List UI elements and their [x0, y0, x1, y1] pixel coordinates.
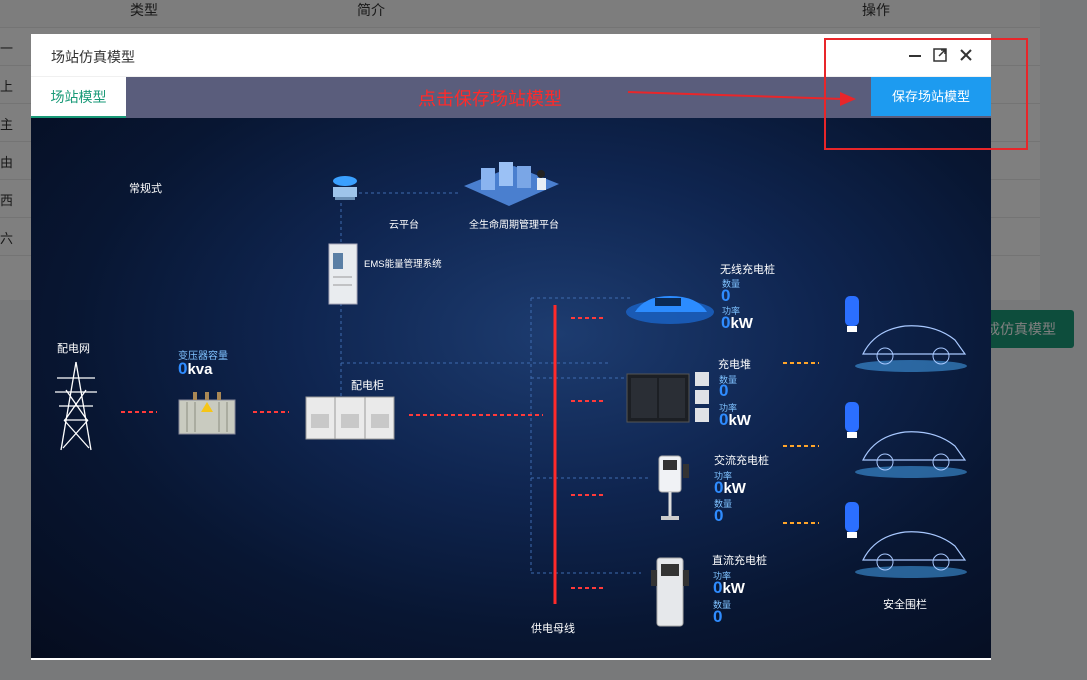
ev-car-icon[interactable]	[843, 500, 973, 585]
ac-qty-value: 0	[714, 506, 724, 525]
ev-car-icon[interactable]	[843, 400, 973, 485]
cloud-platform-label: 云平台	[389, 220, 419, 231]
dc-power-value: 0kW	[713, 578, 745, 597]
wireless-power-value: 0kW	[721, 313, 753, 332]
ac-power-value: 0kW	[714, 478, 746, 497]
wireless-charger-car-icon[interactable]	[625, 290, 715, 331]
ems-label: EMS能量管理系统	[364, 259, 442, 270]
wireless-qty-value: 0	[721, 286, 731, 305]
transformer-icon[interactable]	[171, 388, 241, 443]
ac-charger-label: 交流充电桩	[714, 455, 769, 467]
transformer-capacity-value: 0kva	[178, 359, 213, 378]
tab-station-model[interactable]: 场站模型	[31, 77, 126, 118]
power-tower-icon[interactable]	[51, 360, 101, 457]
simulation-canvas: 常规式 云平台 全生命周期管理平台 EMS能量管理系统 配电网 变压器容量 0k…	[31, 118, 991, 658]
dc-charger-icon[interactable]	[647, 556, 691, 633]
ems-cabinet-icon[interactable]	[328, 243, 358, 310]
distribution-cabinet-label: 配电柜	[351, 380, 384, 392]
ac-charger-icon[interactable]	[655, 454, 691, 529]
stack-qty-value: 0	[719, 381, 729, 400]
busbar-label: 供电母线	[531, 623, 575, 635]
distribution-cabinet-icon[interactable]	[305, 396, 395, 445]
mode-label: 常规式	[129, 183, 162, 195]
cloud-platform-icon[interactable]	[327, 173, 363, 206]
lifecycle-platform-label: 全生命周期管理平台	[469, 220, 559, 231]
wireless-charger-label: 无线充电桩	[720, 264, 775, 276]
dc-charger-label: 直流充电桩	[712, 555, 767, 567]
grid-label: 配电网	[57, 343, 90, 355]
dialog-title: 场站仿真模型	[51, 49, 135, 65]
stack-power-value: 0kW	[719, 410, 751, 429]
charging-stack-label: 充电堆	[718, 359, 751, 371]
safety-fence-label: 安全围栏	[883, 599, 927, 611]
lifecycle-platform-icon[interactable]	[459, 156, 564, 216]
annotation-arrow-icon	[628, 91, 856, 106]
ev-car-icon[interactable]	[843, 294, 973, 379]
dc-qty-value: 0	[713, 607, 723, 626]
instruction-text: 点击保存场站模型	[418, 89, 562, 110]
charging-stack-icon[interactable]	[625, 368, 715, 431]
